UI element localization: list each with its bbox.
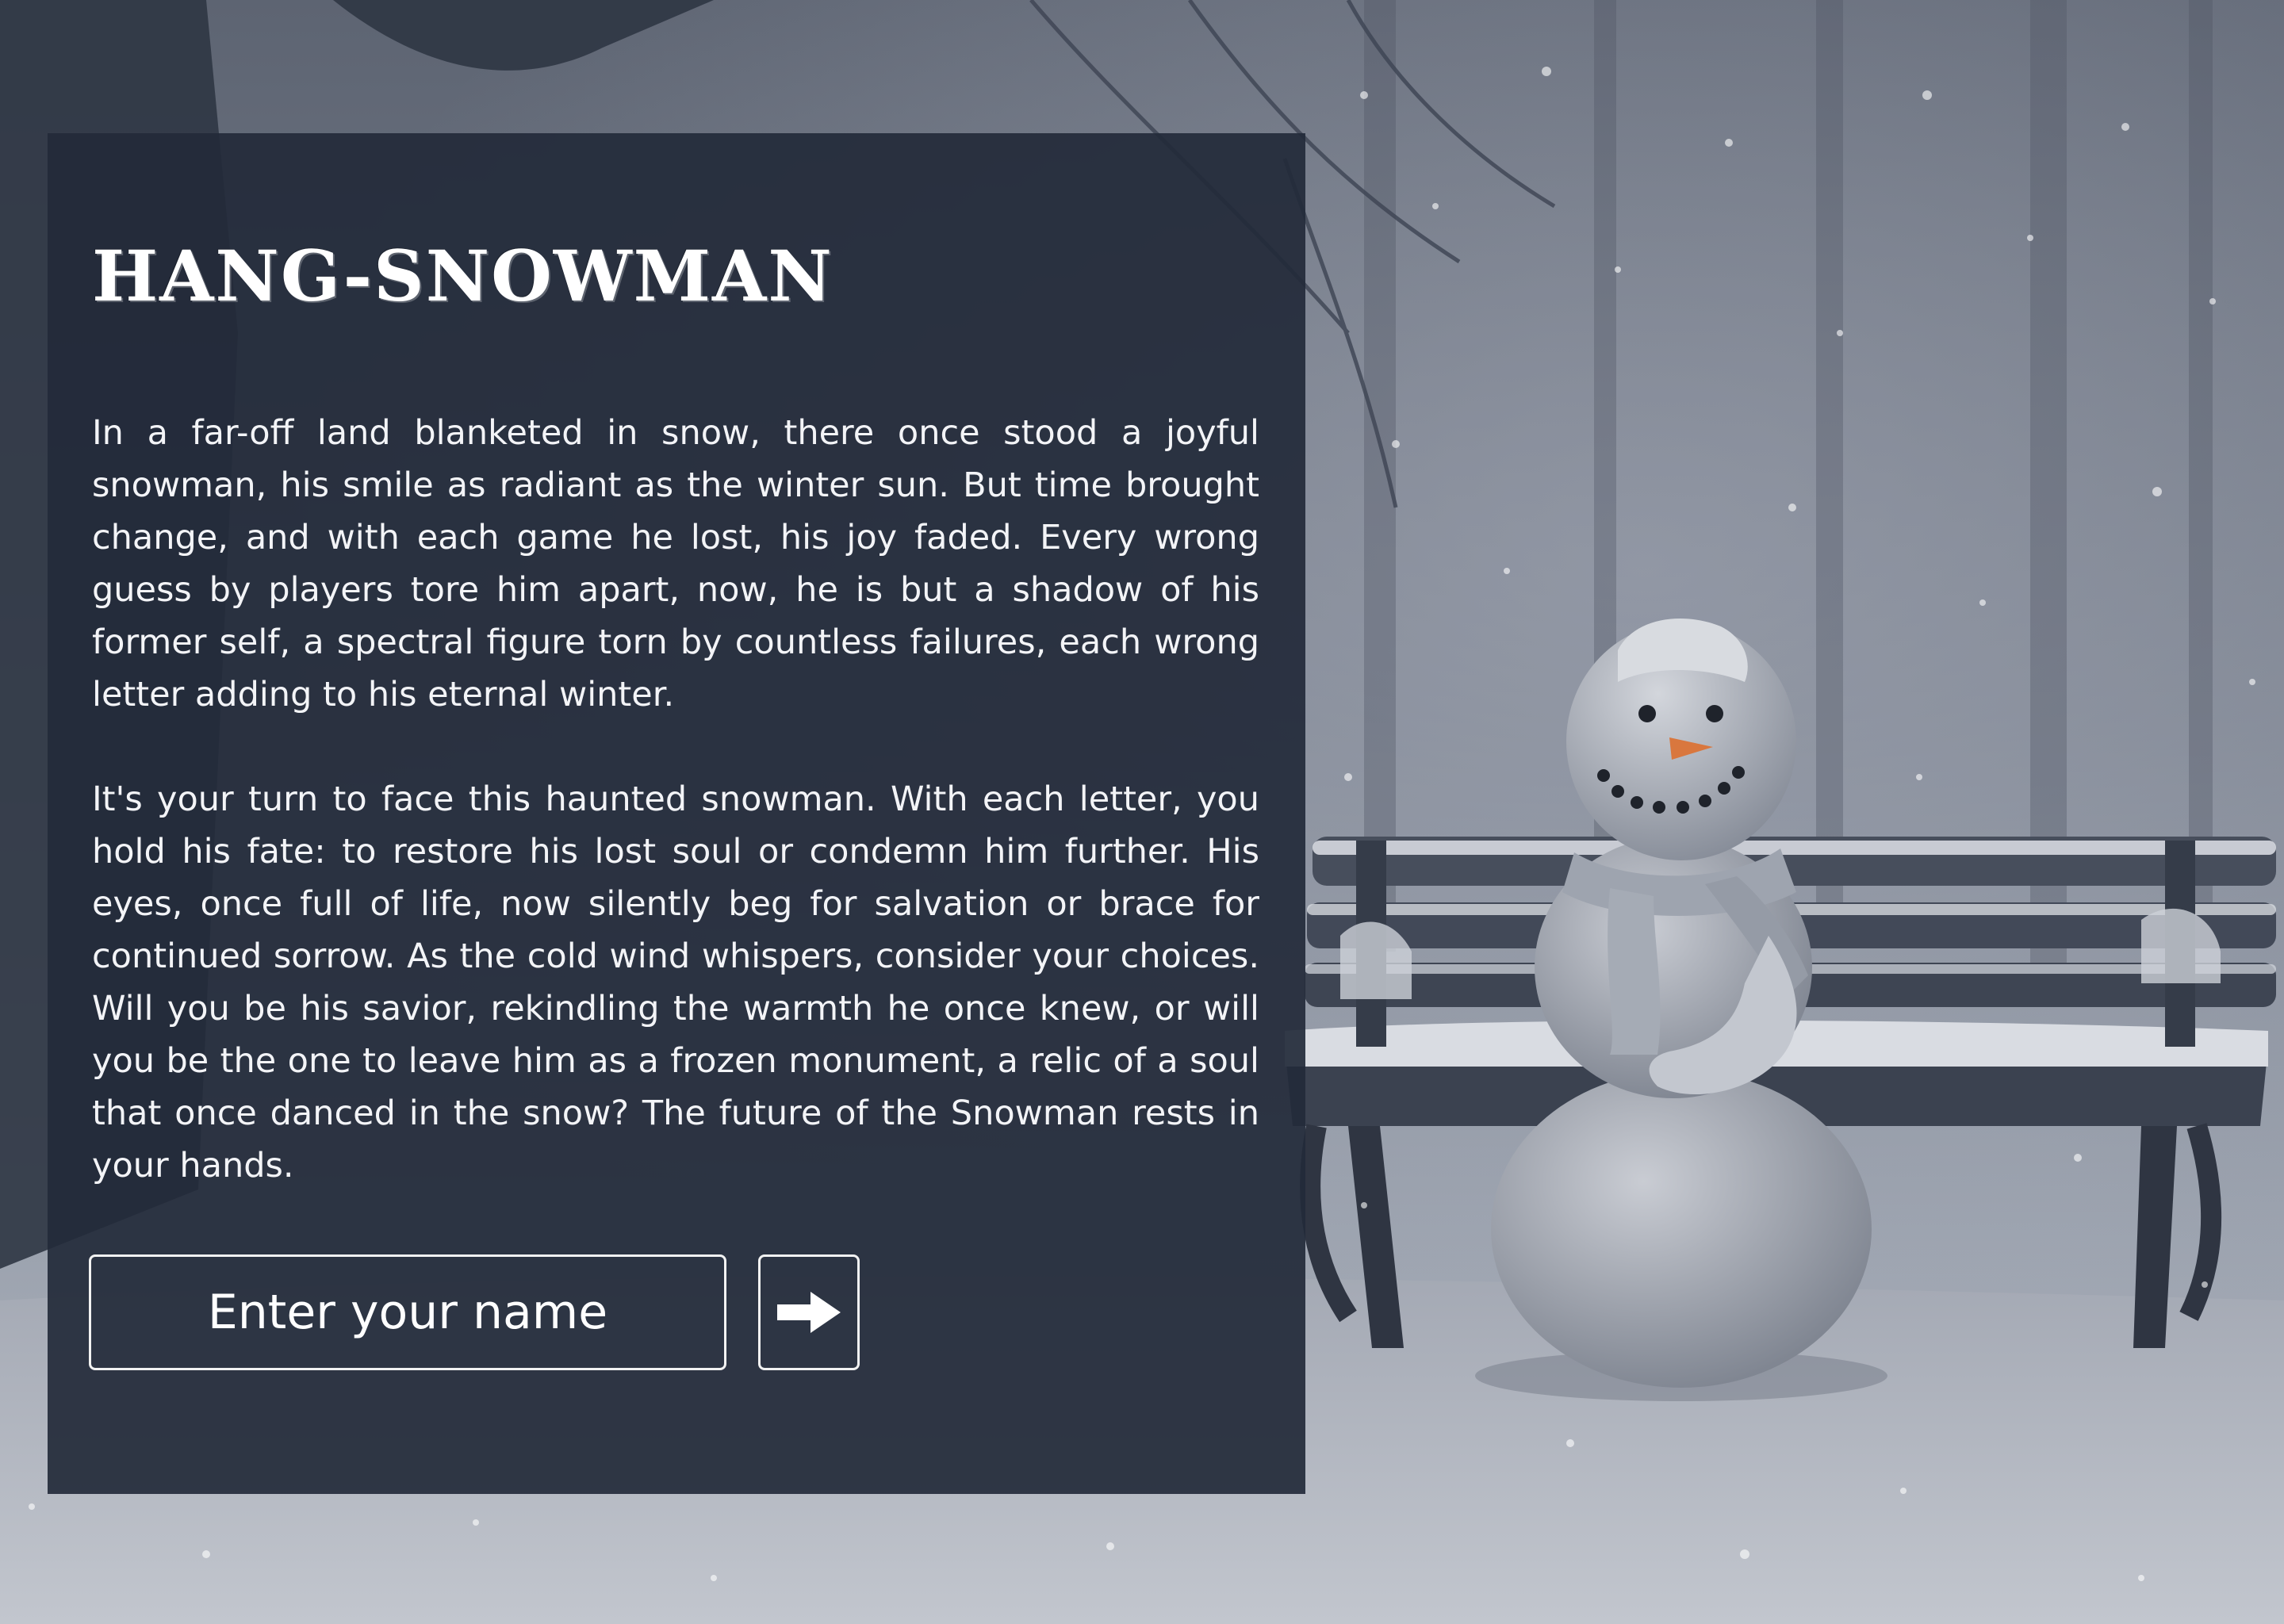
name-form [89,1254,860,1370]
name-input[interactable] [89,1254,726,1370]
story-text: In a far-off land blanketed in snow, the… [92,407,1259,1192]
game-title: HANG-SNOWMAN [92,235,834,317]
arrow-right-icon [777,1292,841,1333]
intro-panel: HANG-SNOWMAN In a far-off land blanketed… [48,133,1305,1494]
story-paragraph-1: In a far-off land blanketed in snow, the… [92,413,1259,714]
submit-name-button[interactable] [758,1254,860,1370]
story-paragraph-2: It's your turn to face this haunted snow… [92,779,1259,1185]
